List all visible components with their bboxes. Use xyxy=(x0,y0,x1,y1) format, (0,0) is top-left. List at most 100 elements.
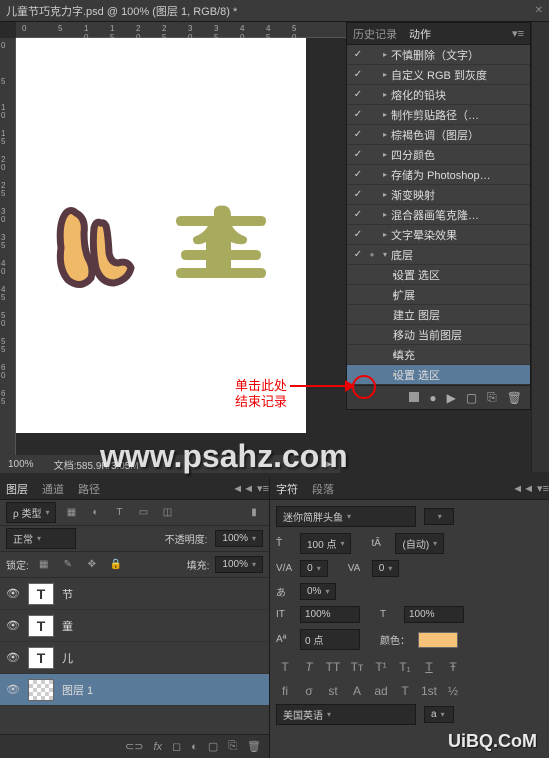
annotation-circle xyxy=(352,375,376,399)
action-item[interactable]: ✓▸混合器画笔克隆… xyxy=(347,205,530,225)
record-button[interactable]: ● xyxy=(429,391,436,405)
delete-layer-button[interactable]: 🗑 xyxy=(247,740,261,753)
allcaps-button[interactable]: TT xyxy=(324,660,342,674)
baseline-shift-input[interactable]: 0% xyxy=(300,583,336,600)
action-item[interactable]: ✓●▾底层 xyxy=(347,245,530,265)
strikethrough-button[interactable]: Ŧ xyxy=(444,660,462,674)
underline-button[interactable]: T xyxy=(420,660,438,674)
action-item[interactable]: 建立 图层 xyxy=(347,305,530,325)
text-color-swatch[interactable] xyxy=(418,632,458,648)
lock-all-icon[interactable]: 🔒 xyxy=(107,556,125,574)
fill-input[interactable]: 100% xyxy=(215,556,263,573)
layer-blend-row: 正常 不透明度: 100% xyxy=(0,526,269,552)
blend-mode-select[interactable]: 正常 xyxy=(6,528,76,549)
panel-collapse-icon[interactable]: ◄◄ ▾≡ xyxy=(232,482,269,495)
visibility-icon[interactable]: 👁 xyxy=(6,651,20,664)
visibility-icon[interactable]: 👁 xyxy=(6,587,20,600)
font-style-select[interactable] xyxy=(424,508,454,525)
aa-input[interactable]: 0 点 xyxy=(300,629,360,650)
text-style-toolbar: T T TT Tᴛ T¹ T₁ T Ŧ xyxy=(276,656,543,674)
document-canvas[interactable] xyxy=(16,38,306,433)
fractions-button[interactable]: 1st xyxy=(420,684,438,698)
zoom-level[interactable]: 100% xyxy=(8,459,34,470)
action-item[interactable]: ✓▸熔化的铅块 xyxy=(347,85,530,105)
action-item[interactable]: ▸扩展 xyxy=(347,285,530,305)
filter-smart-icon[interactable]: ◫ xyxy=(158,504,176,522)
smallcaps-button[interactable]: Tᴛ xyxy=(348,660,366,674)
filter-image-icon[interactable]: ▦ xyxy=(62,504,80,522)
layer-row[interactable]: 👁T节 xyxy=(0,578,269,610)
delete-button[interactable]: 🗑 xyxy=(507,391,522,405)
layer-lock-row: 锁定: ▦ ✎ ✥ 🔒 填充: 100% xyxy=(0,552,269,578)
lock-transparent-icon[interactable]: ▦ xyxy=(35,556,53,574)
annotation-arrow xyxy=(290,385,350,387)
stop-recording-button[interactable] xyxy=(409,391,419,405)
bold-button[interactable]: T xyxy=(276,660,294,674)
filter-shape-icon[interactable]: ▭ xyxy=(134,504,152,522)
action-item[interactable]: ✓▸存储为 Photoshop… xyxy=(347,165,530,185)
hscale-input[interactable]: 100% xyxy=(404,606,464,623)
action-item[interactable]: ✓▸制作剪贴路径（… xyxy=(347,105,530,125)
layer-mask-button[interactable]: ◻ xyxy=(172,740,181,753)
superscript-button[interactable]: T¹ xyxy=(372,660,390,674)
tab-actions[interactable]: 动作 xyxy=(409,26,431,42)
new-action-button[interactable]: ⎘ xyxy=(487,390,497,405)
layer-row[interactable]: 👁图层 1 xyxy=(0,674,269,706)
layer-fx-button[interactable]: fx xyxy=(153,741,162,753)
titling-button[interactable]: T xyxy=(396,684,414,698)
opacity-input[interactable]: 100% xyxy=(215,530,263,547)
action-item[interactable]: ✓▸渐变映射 xyxy=(347,185,530,205)
lock-pixels-icon[interactable]: ✎ xyxy=(59,556,77,574)
lock-position-icon[interactable]: ✥ xyxy=(83,556,101,574)
discretionary-button[interactable]: ½ xyxy=(444,684,462,698)
filter-text-icon[interactable]: T xyxy=(110,504,128,522)
play-button[interactable]: ▶ xyxy=(447,391,456,405)
link-layers-button[interactable]: ⊂⊃ xyxy=(125,740,143,753)
action-item[interactable]: ▸设置 选区 xyxy=(347,265,530,285)
visibility-icon[interactable]: 👁 xyxy=(6,683,20,696)
swash-button[interactable]: A xyxy=(348,684,366,698)
layer-group-button[interactable]: ▢ xyxy=(208,740,218,753)
tab-paths[interactable]: 路径 xyxy=(78,481,100,497)
stylistic-button[interactable]: st xyxy=(324,684,342,698)
kerning-input[interactable]: 0 xyxy=(300,560,328,577)
ligatures-button[interactable]: fi xyxy=(276,684,294,698)
tab-history[interactable]: 历史记录 xyxy=(353,26,397,42)
font-family-select[interactable]: 迷你简胖头鱼 xyxy=(276,506,416,527)
action-item[interactable]: ✓▸四分颜色 xyxy=(347,145,530,165)
filter-type-select[interactable]: ρ 类型 xyxy=(6,502,56,523)
action-item[interactable]: ✓▸不慎删除（文字） xyxy=(347,45,530,65)
language-select[interactable]: 美国英语 xyxy=(276,704,416,725)
filter-toggle[interactable]: ▮ xyxy=(245,504,263,522)
italic-button[interactable]: T xyxy=(300,660,318,674)
antialiasing-select[interactable]: a xyxy=(424,706,454,723)
ordinals-button[interactable]: ad xyxy=(372,684,390,698)
tab-layers[interactable]: 图层 xyxy=(6,481,28,497)
panel-menu-icon[interactable]: ▾≡ xyxy=(506,25,530,42)
action-item[interactable]: ✓▸自定义 RGB 到灰度 xyxy=(347,65,530,85)
action-item[interactable]: 移动 当前图层 xyxy=(347,325,530,345)
tracking-input[interactable]: 0 xyxy=(372,560,400,577)
new-layer-button[interactable]: ⎘ xyxy=(228,740,237,753)
subscript-button[interactable]: T₁ xyxy=(396,660,414,674)
layer-row[interactable]: 👁T童 xyxy=(0,610,269,642)
tab-channels[interactable]: 通道 xyxy=(42,481,64,497)
annotation-text: 单击此处 结束记录 xyxy=(235,378,287,410)
font-size-input[interactable]: 100 点 xyxy=(300,533,351,554)
visibility-icon[interactable]: 👁 xyxy=(6,619,20,632)
action-item[interactable]: ✓▸文字晕染效果 xyxy=(347,225,530,245)
horizontal-ruler: 05101520253035404550 xyxy=(16,22,346,38)
oldstyle-button[interactable]: σ xyxy=(300,684,318,698)
vscale-input[interactable]: 100% xyxy=(300,606,360,623)
leading-input[interactable]: (自动) xyxy=(395,533,444,554)
tab-paragraph[interactable]: 段落 xyxy=(312,481,334,497)
close-icon[interactable]: ✕ xyxy=(535,5,543,16)
panel-collapse-icon[interactable]: ◄◄ ▾≡ xyxy=(512,482,549,495)
filter-adjust-icon[interactable]: ◐ xyxy=(86,504,104,522)
new-folder-button[interactable]: ▢ xyxy=(466,391,477,405)
adjustment-layer-button[interactable]: ◐ xyxy=(191,741,198,753)
action-item[interactable]: ✓▸棕褐色调（图层） xyxy=(347,125,530,145)
tab-character[interactable]: 字符 xyxy=(276,481,298,497)
action-item[interactable]: ▸填充 xyxy=(347,345,530,365)
layer-row[interactable]: 👁T儿 xyxy=(0,642,269,674)
